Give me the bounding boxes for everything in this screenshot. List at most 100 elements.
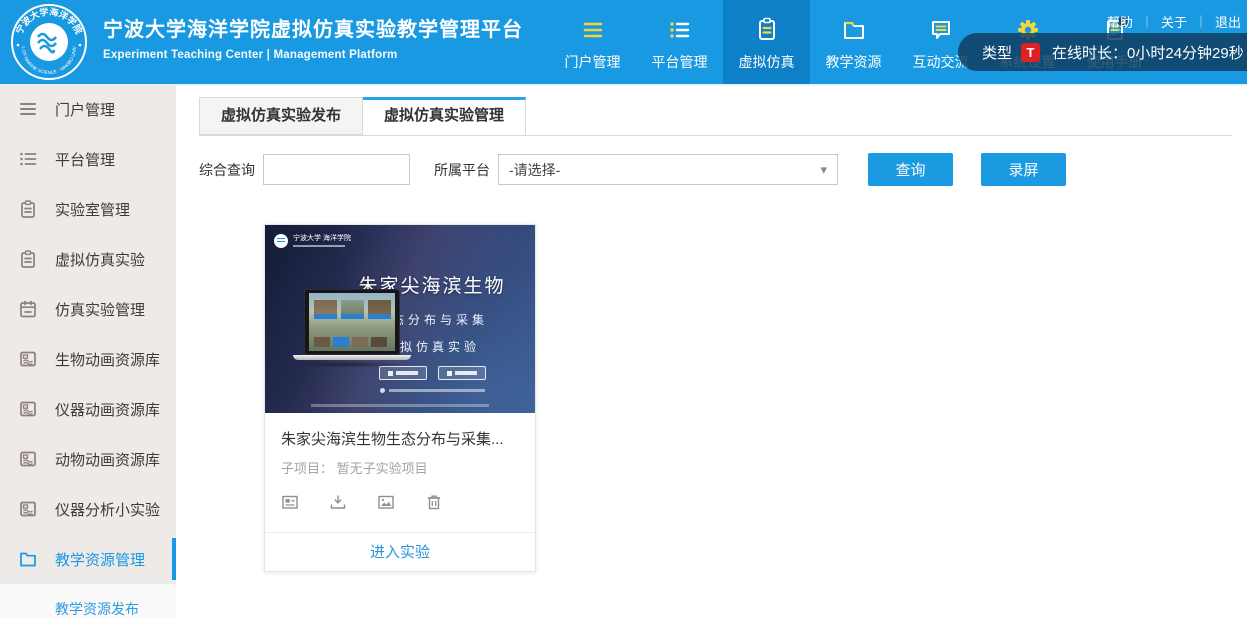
thumb-logo-subtext-bar	[293, 245, 345, 247]
tab-virtual-sim-publish[interactable]: 虚拟仿真实验发布	[199, 97, 363, 135]
app-header: 宁波大学海洋学院 SCHOOL OF MARINE SCIENCE · NING…	[0, 0, 1247, 84]
laptop-display	[309, 293, 395, 351]
thumb-logo-text: 宁波大学 海洋学院	[293, 234, 351, 247]
sidebar-item-platform[interactable]: 平台管理	[0, 134, 176, 184]
sidebar-item-animal-animation-library[interactable]: 动物动画资源库	[0, 434, 176, 484]
sidebar-label: 仪器动画资源库	[55, 399, 160, 420]
thumb-info-line	[335, 388, 529, 393]
session-status-bar: 类型 T 在线时长：0小时24分钟29秒	[958, 33, 1247, 71]
download-icon[interactable]	[329, 493, 347, 511]
sidebar-label: 平台管理	[55, 149, 115, 170]
enter-experiment-link[interactable]: 进入实验	[265, 532, 535, 571]
list-icon	[18, 149, 38, 169]
user-type-label: 类型	[982, 42, 1012, 63]
sidebar-item-teaching-resource-management[interactable]: 教学资源管理	[0, 534, 176, 584]
experiment-thumbnail[interactable]: 宁波大学 海洋学院 朱家尖海滨生物 生态分布与采集 虚拟仿真实验	[265, 225, 535, 413]
tab-bar: 虚拟仿真实验发布 虚拟仿真实验管理	[199, 97, 1232, 136]
calendar-icon	[18, 299, 38, 319]
nav-label: 平台管理	[652, 52, 708, 72]
platform-label: 所属平台	[434, 160, 490, 180]
thumb-logo-icon	[274, 234, 288, 248]
clipboard-icon	[18, 199, 38, 219]
laptop-base	[293, 355, 411, 360]
sidebar-label: 仿真实验管理	[55, 299, 145, 320]
folder-icon	[839, 15, 869, 45]
sidebar-sublabel: 教学资源发布	[55, 599, 139, 618]
sidebar-item-instrument-analysis-experiment[interactable]: 仪器分析小实验	[0, 484, 176, 534]
thumb-buttons	[335, 366, 529, 380]
sidebar-item-virtual-sim-experiment[interactable]: 虚拟仿真实验	[0, 234, 176, 284]
screen-record-button[interactable]: 录屏	[981, 153, 1066, 186]
query-input[interactable]	[263, 154, 410, 185]
sidebar-label: 教学资源管理	[55, 549, 145, 570]
folder-icon	[18, 549, 38, 569]
platform-title: 宁波大学海洋学院虚拟仿真实验教学管理平台	[103, 13, 523, 42]
sidebar: 门户管理 平台管理 实验室管理 虚拟仿真实验 仿真实验管理 生物动画资源库 仪器…	[0, 84, 176, 618]
card-subproject-info: 子项目： 暂无子实验项目	[281, 458, 519, 477]
logout-link[interactable]: 退出	[1215, 12, 1241, 31]
platform-subtitle: Experiment Teaching Center | Management …	[103, 49, 523, 61]
tab-virtual-sim-manage[interactable]: 虚拟仿真实验管理	[363, 97, 526, 135]
sidebar-item-instrument-animation-library[interactable]: 仪器动画资源库	[0, 384, 176, 434]
card-action-bar	[281, 493, 519, 522]
nav-item-portal[interactable]: 门户管理	[549, 0, 636, 84]
thumb-logo: 宁波大学 海洋学院	[274, 234, 351, 248]
platform-select[interactable]: -请选择- ▾	[498, 154, 838, 185]
media-library-icon	[18, 449, 38, 469]
sidebar-label: 动物动画资源库	[55, 449, 160, 470]
sidebar-label: 虚拟仿真实验	[55, 249, 145, 270]
sidebar-item-lab-management[interactable]: 实验室管理	[0, 184, 176, 234]
chevron-down-icon: ▾	[820, 162, 827, 178]
thumb-copyright-line	[265, 404, 535, 407]
brand-block: 宁波大学海洋学院虚拟仿真实验教学管理平台 Experiment Teaching…	[103, 13, 523, 61]
main-content: 虚拟仿真实验发布 虚拟仿真实验管理 综合查询 所属平台 -请选择- ▾ 查询 录…	[176, 84, 1247, 618]
experiment-card: 宁波大学 海洋学院 朱家尖海滨生物 生态分布与采集 虚拟仿真实验	[264, 224, 536, 572]
nav-item-virtual-sim[interactable]: 虚拟仿真	[723, 0, 810, 84]
laptop-mockup	[293, 289, 411, 368]
chat-icon	[926, 15, 956, 45]
thumb-enter-button	[438, 366, 486, 380]
laptop-shadow	[293, 361, 411, 368]
university-seal-logo: 宁波大学海洋学院 SCHOOL OF MARINE SCIENCE · NING…	[9, 2, 89, 82]
link-separator: ｜	[1141, 13, 1153, 30]
nav-label: 虚拟仿真	[739, 52, 795, 72]
search-form: 综合查询 所属平台 -请选择- ▾ 查询 录屏	[199, 153, 1247, 186]
menu-icon	[18, 99, 38, 119]
sidebar-subitem-teaching-resource-publish[interactable]: 教学资源发布	[0, 584, 176, 618]
sidebar-item-portal[interactable]: 门户管理	[0, 84, 176, 134]
list-icon	[665, 15, 695, 45]
help-link[interactable]: 帮助	[1107, 12, 1133, 31]
sidebar-item-bio-animation-library[interactable]: 生物动画资源库	[0, 334, 176, 384]
link-separator: ｜	[1195, 13, 1207, 30]
card-title: 朱家尖海滨生物生态分布与采集...	[281, 428, 519, 449]
active-indicator	[172, 538, 176, 580]
details-icon[interactable]	[281, 493, 299, 511]
clipboard-icon	[18, 249, 38, 269]
thumb-download-button	[379, 366, 427, 380]
nav-label: 门户管理	[565, 52, 621, 72]
sidebar-label: 生物动画资源库	[55, 349, 160, 370]
query-button[interactable]: 查询	[868, 153, 953, 186]
top-right-links: 帮助 ｜ 关于 ｜ 退出	[1107, 12, 1241, 31]
nav-item-platform[interactable]: 平台管理	[636, 0, 723, 84]
query-label: 综合查询	[199, 160, 255, 180]
sidebar-label: 实验室管理	[55, 199, 130, 220]
nav-label: 教学资源	[826, 52, 882, 72]
sidebar-label: 仪器分析小实验	[55, 499, 160, 520]
sidebar-item-sim-experiment-management[interactable]: 仿真实验管理	[0, 284, 176, 334]
sidebar-label: 门户管理	[55, 99, 115, 120]
trash-icon[interactable]	[425, 493, 443, 511]
clipboard-icon	[752, 15, 782, 45]
menu-icon	[578, 15, 608, 45]
nav-item-teaching-resources[interactable]: 教学资源	[810, 0, 897, 84]
online-duration: 在线时长：0小时24分钟29秒	[1052, 42, 1244, 63]
card-body: 朱家尖海滨生物生态分布与采集... 子项目： 暂无子实验项目	[265, 413, 535, 532]
image-icon[interactable]	[377, 493, 395, 511]
laptop-screen	[304, 289, 400, 355]
app-window: 宁波大学海洋学院 SCHOOL OF MARINE SCIENCE · NING…	[0, 0, 1247, 618]
media-library-icon	[18, 349, 38, 369]
about-link[interactable]: 关于	[1161, 12, 1187, 31]
platform-select-value: -请选择-	[509, 160, 560, 180]
user-type-badge: T	[1021, 43, 1040, 62]
media-library-icon	[18, 399, 38, 419]
